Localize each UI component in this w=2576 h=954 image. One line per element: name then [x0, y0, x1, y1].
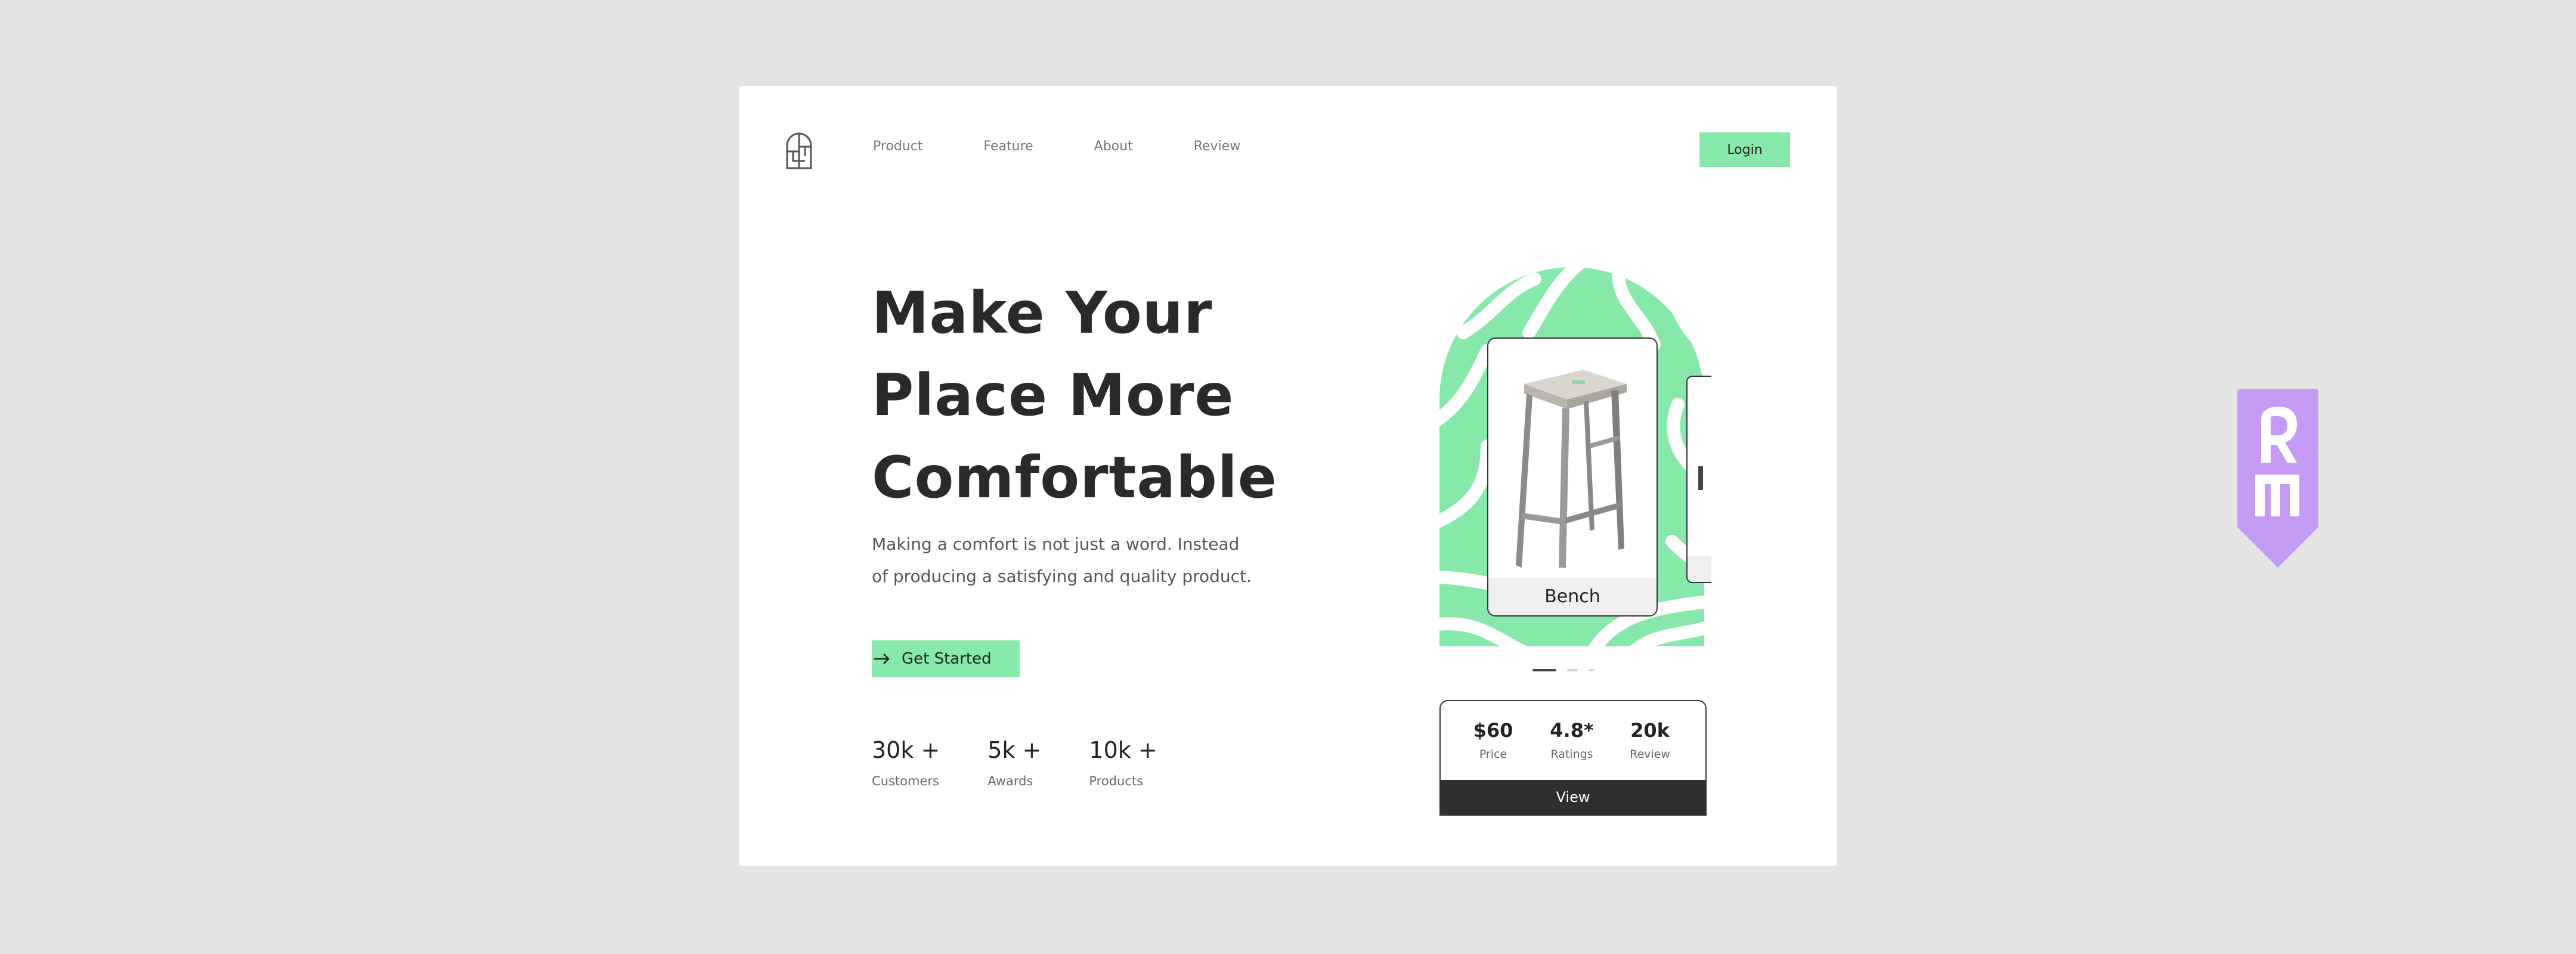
carousel-dot-active[interactable] — [1532, 669, 1556, 671]
hero-subtitle-line: Making a comfort is not just a word. Ins… — [872, 534, 1240, 554]
nav-item-feature[interactable]: Feature — [984, 139, 1033, 154]
product-card-next-footer — [1688, 556, 1711, 582]
stat-value: 5k + — [987, 737, 1042, 763]
hero-subtitle-line: of producing a satisfying and quality pr… — [872, 566, 1252, 586]
stat-label: Customers — [872, 774, 939, 788]
hero-title-line: Place More — [872, 362, 1234, 429]
nav-item-about[interactable]: About — [1094, 139, 1133, 154]
product-info-panel: $60 Price 4.8* Ratings 20k Review View — [1439, 700, 1707, 816]
stat-label: Awards — [987, 774, 1033, 788]
stool-image — [1516, 370, 1627, 568]
stool-leg-preview — [1698, 466, 1703, 490]
main-nav: Product Feature About Review — [873, 139, 1240, 154]
review-stat: 20k Review — [1623, 719, 1677, 761]
rating-label: Ratings — [1550, 748, 1593, 761]
get-started-label: Get Started — [902, 650, 992, 668]
hero-title-line: Comfortable — [872, 444, 1277, 511]
rating-value: 4.8* — [1550, 719, 1594, 742]
stat-products: 10k + Products — [1089, 737, 1157, 788]
price-label: Price — [1479, 748, 1507, 761]
view-button[interactable]: View — [1441, 780, 1705, 814]
price-stat: $60 Price — [1469, 719, 1517, 761]
arrow-right-icon — [874, 653, 890, 664]
landing-page: Product Feature About Review Login Make … — [739, 86, 1837, 866]
review-label: Review — [1630, 748, 1670, 761]
stat-awards: 5k + Awards — [987, 737, 1041, 788]
product-card-next[interactable] — [1686, 376, 1711, 583]
product-card[interactable]: Bench — [1487, 337, 1658, 617]
carousel-dot[interactable] — [1589, 669, 1594, 671]
price-value: $60 — [1473, 719, 1513, 742]
stats-row: 30k + Customers 5k + Awards 10k + Produc… — [872, 737, 1205, 788]
stat-value: 30k + — [872, 737, 940, 763]
hero-title-line: Make Your — [872, 280, 1213, 346]
get-started-button[interactable]: Get Started — [872, 640, 1020, 677]
review-value: 20k — [1630, 719, 1670, 742]
carousel-dot[interactable] — [1567, 669, 1578, 671]
nav-item-product[interactable]: Product — [873, 139, 923, 154]
hero-subtitle: Making a comfort is not just a word. Ins… — [872, 528, 1277, 593]
stat-value: 10k + — [1089, 737, 1157, 763]
login-button[interactable]: Login — [1699, 132, 1790, 167]
rating-stat: 4.8* Ratings — [1542, 719, 1602, 761]
product-name: Bench — [1488, 578, 1657, 615]
hero-title: Make Your Place More Comfortable — [872, 272, 1301, 519]
logo-icon[interactable] — [785, 131, 813, 169]
brand-badge-icon — [2237, 389, 2318, 568]
carousel-indicator — [1532, 669, 1605, 671]
stat-customers: 30k + Customers — [872, 737, 940, 788]
stat-label: Products — [1089, 774, 1144, 788]
nav-item-review[interactable]: Review — [1194, 139, 1241, 154]
